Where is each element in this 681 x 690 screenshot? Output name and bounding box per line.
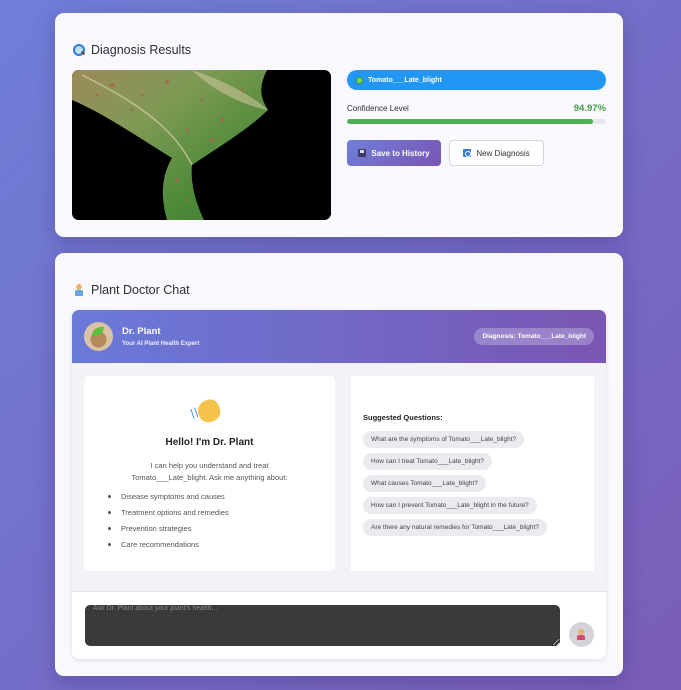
doctor-icon	[73, 284, 85, 296]
new-diagnosis-label: New Diagnosis	[476, 148, 530, 158]
waving-hand-icon	[194, 396, 224, 426]
plant-doctor-chat-title: Plant Doctor Chat	[73, 283, 190, 297]
plant-doctor-chat-title-text: Plant Doctor Chat	[91, 283, 190, 297]
diagnosis-chip: Diagnosis: Tomato___Late_blight	[474, 328, 594, 345]
save-to-history-label: Save to History	[371, 148, 430, 158]
new-diagnosis-button[interactable]: New Diagnosis	[449, 140, 544, 166]
suggested-question-chip[interactable]: Are there any natural remedies for Tomat…	[363, 519, 547, 536]
floppy-disk-icon	[358, 149, 367, 157]
welcome-intro: I can help you understand and treat Toma…	[131, 461, 288, 482]
chat-input-area	[72, 592, 606, 659]
confidence-value: 94.97%	[573, 103, 606, 114]
suggested-question-chip[interactable]: How can I prevent Tomato___Late_blight i…	[363, 497, 537, 514]
suggested-question-chip[interactable]: How can I treat Tomato___Late_blight?	[363, 453, 492, 470]
suggested-question-chip[interactable]: What causes Tomato___Late_blight?	[363, 475, 486, 492]
leaf-photo	[72, 70, 331, 220]
save-to-history-button[interactable]: Save to History	[347, 140, 441, 166]
plant-doctor-chat-card: Plant Doctor Chat Dr. Plant Your AI Plan…	[55, 253, 623, 676]
diagnosis-results-title: Diagnosis Results	[73, 43, 191, 57]
topic-item: Prevention strategies	[108, 523, 229, 539]
diagnosis-label-text: Tomato___Late_blight	[368, 76, 442, 84]
diagnosis-label-pill: Tomato___Late_blight	[347, 70, 606, 90]
welcome-heading: Hello! I'm Dr. Plant	[165, 437, 254, 448]
suggested-questions-panel: Suggested Questions: What are the sympto…	[351, 376, 594, 571]
send-button[interactable]	[569, 622, 594, 647]
chat-panel: Dr. Plant Your AI Plant Health Expert Di…	[72, 310, 606, 659]
diagnosis-results-card: Diagnosis Results Tomato___Late_blight C…	[55, 13, 623, 237]
topic-item: Disease symptoms and causes	[108, 491, 229, 507]
chat-header: Dr. Plant Your AI Plant Health Expert Di…	[72, 310, 606, 363]
diagnosis-results-title-text: Diagnosis Results	[91, 43, 192, 57]
topic-list: Disease symptoms and causes Treatment op…	[108, 491, 229, 555]
confidence-bar	[347, 119, 606, 124]
microbe-icon	[356, 76, 363, 84]
welcome-message: Hello! I'm Dr. Plant I can help you unde…	[84, 376, 335, 571]
leaf-image	[72, 70, 331, 220]
bot-name: Dr. Plant	[122, 326, 161, 337]
refresh-icon	[463, 149, 472, 157]
topic-item: Treatment options and remedies	[108, 507, 229, 523]
chat-message-input[interactable]	[85, 605, 560, 646]
suggested-question-chip[interactable]: What are the symptoms of Tomato___Late_b…	[363, 431, 525, 448]
bot-subtitle: Your AI Plant Health Expert	[122, 341, 200, 347]
topic-item: Care recommendations	[108, 539, 229, 555]
suggested-questions-title: Suggested Questions:	[363, 413, 443, 422]
confidence-bar-fill	[347, 119, 593, 124]
magnifier-icon	[73, 44, 85, 56]
plant-avatar-icon	[84, 322, 113, 351]
confidence-label: Confidence Level	[347, 104, 409, 113]
